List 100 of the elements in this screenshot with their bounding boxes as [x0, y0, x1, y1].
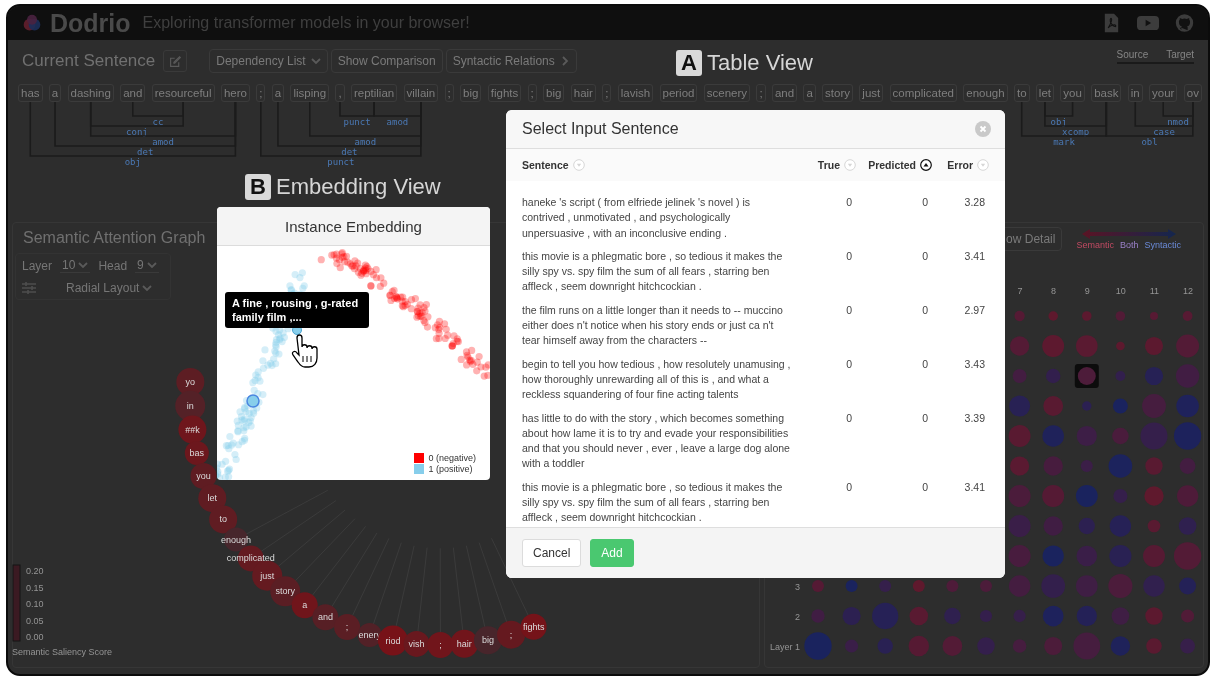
token-chip[interactable]: big — [460, 84, 482, 102]
token-chip[interactable]: in — [1127, 84, 1143, 102]
sentence-cell-text: has little to do with the story , which becomes something about how lame it is to try and evade your responsibilities and that you should never , ever , leave a large dog alone with a toddler — [522, 410, 791, 472]
token-node[interactable] — [334, 614, 361, 641]
true-label-cell-text: 0 — [845, 302, 853, 318]
callout-letter: B — [245, 174, 271, 200]
selected-point[interactable] — [246, 394, 260, 408]
callout-letter: A — [676, 50, 702, 76]
column-number: 9 — [1084, 286, 1090, 296]
layout-dropdown[interactable]: Radial Layout — [64, 281, 155, 295]
token-chip[interactable]: ; — [256, 84, 266, 102]
dropdown-button[interactable]: Dependency List — [209, 49, 328, 73]
sentence-cell-text: this movie is a phlegmatic bore , so tedious it makes the silly spy vs. spy film the sum of all fears , starring ben affleck , seem downright hitchcockian . — [522, 479, 784, 526]
token-chip[interactable]: ; — [602, 84, 612, 102]
scale-tick-label: 0.20 — [26, 566, 44, 576]
true-label-cell-text: 0 — [845, 479, 853, 495]
error-cell-text: 3.41 — [963, 479, 986, 495]
table-row[interactable]: begin to tell you how tedious , how resolutely unamusing , how thoroughly unrewarding all of this is , and what a reckless squandering of four fine acting talents 0 0 3.43 — [506, 356, 1005, 411]
node-label: ; — [439, 640, 442, 650]
token-chip[interactable]: resourceful — [151, 84, 215, 102]
cancel-button[interactable]: Cancel — [522, 539, 582, 567]
token-node[interactable] — [473, 626, 502, 655]
token-node[interactable] — [520, 613, 547, 640]
token-chip[interactable]: ; — [444, 84, 454, 102]
predicted-label-cell-text: 0 — [921, 195, 929, 210]
add-button[interactable]: Add — [590, 539, 634, 567]
token-node[interactable] — [184, 441, 209, 466]
table-row[interactable]: this movie is a phlegmatic bore , so tedious it makes the silly spy vs. spy film the sum of all fears , starring ben affleck , seem downright hitchcockian . 0 0 3.41 — [506, 248, 1005, 303]
column-header[interactable]: Error — [947, 159, 973, 171]
node-label: story — [275, 586, 296, 597]
close-icon — [975, 121, 991, 137]
token-chip[interactable]: just — [859, 84, 884, 102]
token-chip[interactable]: and — [120, 84, 146, 102]
node-label: a — [302, 600, 308, 611]
token-chip[interactable]: a — [271, 84, 285, 102]
token-chip[interactable]: villain — [403, 84, 439, 102]
token-chip[interactable]: bask — [1091, 84, 1122, 102]
table-row[interactable]: the film runs on a little longer than it needs to -- muccino either does n't notice when his story ends or just ca n't tear himself away from the characters -- 0 0 2.97 — [506, 302, 1005, 357]
toolbar-button[interactable]: Show Comparison — [330, 49, 443, 73]
token-chip[interactable]: a — [803, 84, 816, 102]
token-chip[interactable]: and — [771, 84, 798, 102]
token-chip[interactable]: ; — [527, 84, 537, 102]
token-chip[interactable]: hero — [220, 84, 250, 102]
token-chip[interactable]: ov — [1183, 84, 1202, 102]
token-chip[interactable]: dashing — [67, 84, 114, 102]
token-node[interactable] — [175, 390, 206, 421]
token-node[interactable] — [403, 630, 430, 657]
sort-ascending-icon[interactable] — [920, 159, 932, 171]
layer-select[interactable]: 10 — [60, 258, 91, 273]
table-row[interactable]: this movie is a phlegmatic bore , so tedious it makes the silly spy vs. spy film the sum of all fears , starring ben affleck , seem downright hitchcockian . 0 0 3.41 — [506, 479, 1005, 527]
token-node[interactable] — [450, 629, 479, 658]
table-row[interactable]: has little to do with the story , which becomes something about how lame it is to try and evade your responsibilities and that you should never , ever , leave a large dog alone with a toddler 0 0 3.39 — [506, 410, 1005, 480]
head-select[interactable]: 9 — [135, 258, 159, 273]
token-chip[interactable]: enough — [963, 84, 1008, 102]
token-chip[interactable]: story — [822, 84, 854, 102]
true-label-cell-text: 0 — [845, 410, 853, 426]
predicted-label-cell-text: 0 — [921, 479, 929, 495]
node-label: hair — [456, 638, 472, 649]
callout-label: Embedding View — [276, 174, 441, 200]
scale-tick-label: 0.00 — [26, 632, 44, 642]
callout-label: Table View — [707, 50, 813, 76]
legend-label: Syntactic — [1144, 239, 1181, 250]
sliders-icon[interactable] — [22, 282, 36, 294]
token-chip[interactable]: lavish — [617, 84, 654, 102]
row-label: 2 — [795, 612, 800, 622]
sentence-cell-text: this movie is a phlegmatic bore , so tedious it makes the silly spy vs. spy film the sum of all fears , starring ben affleck , seem downright hitchcockian . — [522, 248, 784, 295]
column-number: 12 — [1183, 286, 1193, 296]
token-node[interactable] — [209, 505, 238, 534]
token-chip[interactable]: complicated — [889, 84, 957, 102]
token-node[interactable] — [357, 622, 382, 647]
token-node[interactable] — [312, 604, 339, 631]
column-header[interactable]: Predicted — [868, 159, 916, 171]
token-chip[interactable]: your — [1149, 84, 1178, 102]
token-chip[interactable]: hair — [570, 84, 596, 102]
sentence-cell: begin to tell you how tedious , how resolutely unamusing , how thoroughly unrewarding all of this is , and what a reckless squandering of four fine acting talents — [522, 356, 792, 403]
token-chip[interactable]: let — [1035, 84, 1054, 102]
toolbar-button[interactable]: Syntactic Relations — [445, 49, 577, 73]
row-label: 3 — [795, 582, 800, 592]
token-chip[interactable]: ; — [756, 84, 766, 102]
token-node[interactable] — [176, 367, 205, 396]
token-chip[interactable]: scenery — [703, 84, 751, 102]
token-node[interactable] — [427, 632, 454, 658]
token-chip[interactable]: big — [543, 84, 565, 102]
token-chip[interactable]: a — [48, 84, 62, 102]
token-node[interactable] — [178, 415, 207, 444]
token-chip[interactable]: , — [335, 84, 345, 102]
card-title: Instance Embedding — [217, 207, 490, 246]
legend-label: Both — [1119, 239, 1139, 250]
token-chip[interactable]: reptilian — [350, 84, 398, 102]
token-chip[interactable]: period — [659, 84, 698, 102]
column-number: 11 — [1149, 286, 1160, 296]
token-chip[interactable]: lisping — [290, 84, 330, 102]
token-chip[interactable]: you — [1060, 84, 1085, 102]
column-header[interactable]: True — [817, 159, 840, 171]
token-chip[interactable]: fights — [487, 84, 522, 102]
predicted-label-cell-text: 0 — [921, 248, 929, 264]
token-chip[interactable]: to — [1013, 84, 1030, 102]
tooltip: A fine , rousing , g-rated family film ,... — [225, 292, 369, 328]
token-chip[interactable]: has — [18, 84, 43, 102]
column-header[interactable]: Sentence — [522, 159, 569, 171]
